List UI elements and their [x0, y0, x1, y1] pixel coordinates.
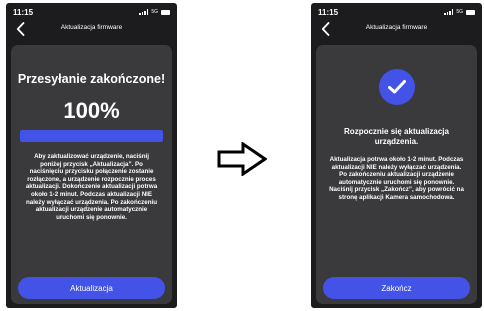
upload-complete-heading: Przesyłanie zakończone!: [17, 72, 166, 86]
content-card: Rozpocznie się aktualizacja urządzenia. …: [316, 45, 477, 304]
status-indicators: 5G: [444, 9, 475, 15]
battery-icon: [466, 9, 475, 15]
right-arrow-icon: [217, 142, 267, 176]
phone-screen-update-starting: 11:15 5G Aktualizacja firmware Rozpoczni…: [311, 3, 482, 308]
network-type: 5G: [151, 9, 158, 15]
page-title: Aktualizacja firmware: [365, 24, 428, 31]
status-bar: 11:15 5G: [318, 7, 475, 17]
instructions-text: Aktualizacja potrwa około 1-2 minut. Pod…: [329, 156, 464, 201]
phone-screen-upload-complete: 11:15 5G Aktualizacja firmware Przesyłan…: [6, 3, 177, 308]
status-time: 11:15: [13, 7, 34, 17]
checkmark-icon: [387, 80, 406, 94]
success-badge: [378, 69, 415, 105]
status-indicators: 5G: [139, 9, 170, 15]
update-starting-heading: Rozpocznie się aktualizacja urządzenia.: [344, 127, 449, 146]
signal-icon: [139, 9, 149, 15]
progress-bar: [20, 130, 163, 142]
signal-icon: [444, 9, 454, 15]
network-type: 5G: [456, 9, 463, 15]
finish-button[interactable]: Zakończ: [323, 277, 470, 299]
content-card: Przesyłanie zakończone! 100% Aby zaktual…: [11, 45, 172, 304]
progress-bar-fill: [20, 130, 163, 142]
progress-percent: 100%: [63, 98, 120, 123]
status-time: 11:15: [318, 7, 339, 17]
battery-icon: [161, 9, 170, 15]
status-bar: 11:15 5G: [13, 7, 170, 17]
nav-bar: Aktualizacja firmware: [311, 18, 482, 40]
update-button[interactable]: Aktualizacja: [18, 277, 165, 299]
instructions-text: Aby zaktualizować urządzenie, naciśnij p…: [25, 153, 158, 221]
nav-bar: Aktualizacja firmware: [6, 18, 177, 40]
page-title: Aktualizacja firmware: [60, 24, 123, 31]
